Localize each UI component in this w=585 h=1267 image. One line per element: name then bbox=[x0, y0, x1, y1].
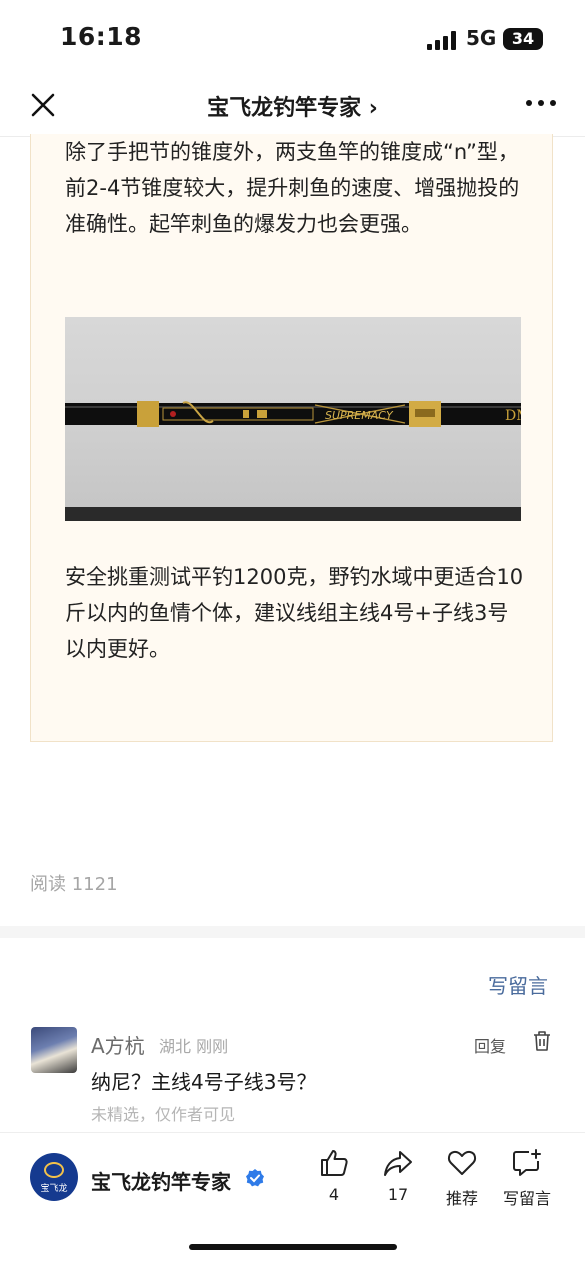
commenter-name[interactable]: A方杭 bbox=[91, 1030, 145, 1059]
home-indicator[interactable] bbox=[189, 1244, 397, 1250]
write-comment-button[interactable]: 写留言 bbox=[497, 1147, 557, 1209]
article-paragraph: 除了手把节的锥度外，两支鱼竿的锥度成“n”型，前2-4节锥度较大，提升刺鱼的速度… bbox=[65, 140, 520, 236]
write-comment-link[interactable]: 写留言 bbox=[488, 970, 548, 999]
nav-title[interactable]: 宝飞龙钓竿专家 › bbox=[0, 90, 585, 122]
comment-add-icon bbox=[513, 1149, 541, 1176]
share-icon bbox=[384, 1151, 412, 1176]
like-count: 4 bbox=[328, 1185, 340, 1204]
comment-text: 纳尼？主线4号子线3号？ bbox=[91, 1070, 317, 1094]
thumbs-up-icon bbox=[321, 1150, 348, 1176]
fishing-rod-image[interactable]: SUPREMACY DM bbox=[65, 317, 521, 521]
nav-bar: 宝飞龙钓竿专家 › bbox=[0, 78, 585, 137]
status-bar: 16:18 5G 34 bbox=[0, 0, 585, 78]
network-type: 5G bbox=[466, 26, 497, 50]
heart-icon bbox=[447, 1150, 477, 1175]
comment-visibility-note: 未精选，仅作者可见 bbox=[91, 1105, 236, 1124]
section-divider bbox=[0, 926, 585, 938]
image-floor-shadow bbox=[65, 507, 521, 521]
logo-text: 宝飞龙 bbox=[40, 1184, 68, 1194]
verified-badge-icon bbox=[246, 1169, 264, 1187]
article-content: 除了手把节的锥度外，两支鱼竿的锥度成“n”型，前2-4节锥度较大，提升刺鱼的速度… bbox=[30, 134, 553, 742]
rod-brand-text: SUPREMACY bbox=[325, 409, 394, 422]
avatar[interactable] bbox=[31, 1027, 77, 1073]
share-button[interactable]: 17 bbox=[368, 1147, 428, 1204]
logo-emblem-icon bbox=[44, 1162, 64, 1178]
battery-level: 34 bbox=[511, 29, 535, 48]
close-icon[interactable] bbox=[28, 90, 58, 120]
recommend-label: 推荐 bbox=[445, 1189, 478, 1208]
rod-end-text: DM bbox=[505, 408, 521, 424]
trash-icon[interactable] bbox=[532, 1030, 552, 1052]
like-button[interactable]: 4 bbox=[304, 1147, 364, 1204]
article-paragraph: 安全挑重测试平钓1200克，野钓水域中更适合10斤以内的鱼情个体，建议线组主线4… bbox=[65, 565, 524, 661]
signal-icon bbox=[427, 30, 459, 50]
rod-illustration: SUPREMACY DM bbox=[65, 401, 521, 427]
comment-meta: 湖北 刚刚 bbox=[159, 1037, 229, 1056]
battery-icon: 34 bbox=[503, 28, 543, 50]
more-icon[interactable] bbox=[526, 100, 560, 108]
write-comment-label: 写留言 bbox=[502, 1189, 551, 1208]
recommend-button[interactable]: 推荐 bbox=[432, 1147, 492, 1209]
share-count: 17 bbox=[387, 1185, 409, 1204]
reply-button[interactable]: 回复 bbox=[474, 1033, 506, 1057]
account-name[interactable]: 宝飞龙钓竿专家 bbox=[91, 1166, 231, 1195]
status-time: 16:18 bbox=[60, 22, 143, 51]
read-count: 阅读 1121 bbox=[30, 874, 118, 895]
account-logo[interactable]: 宝飞龙 bbox=[30, 1153, 78, 1201]
